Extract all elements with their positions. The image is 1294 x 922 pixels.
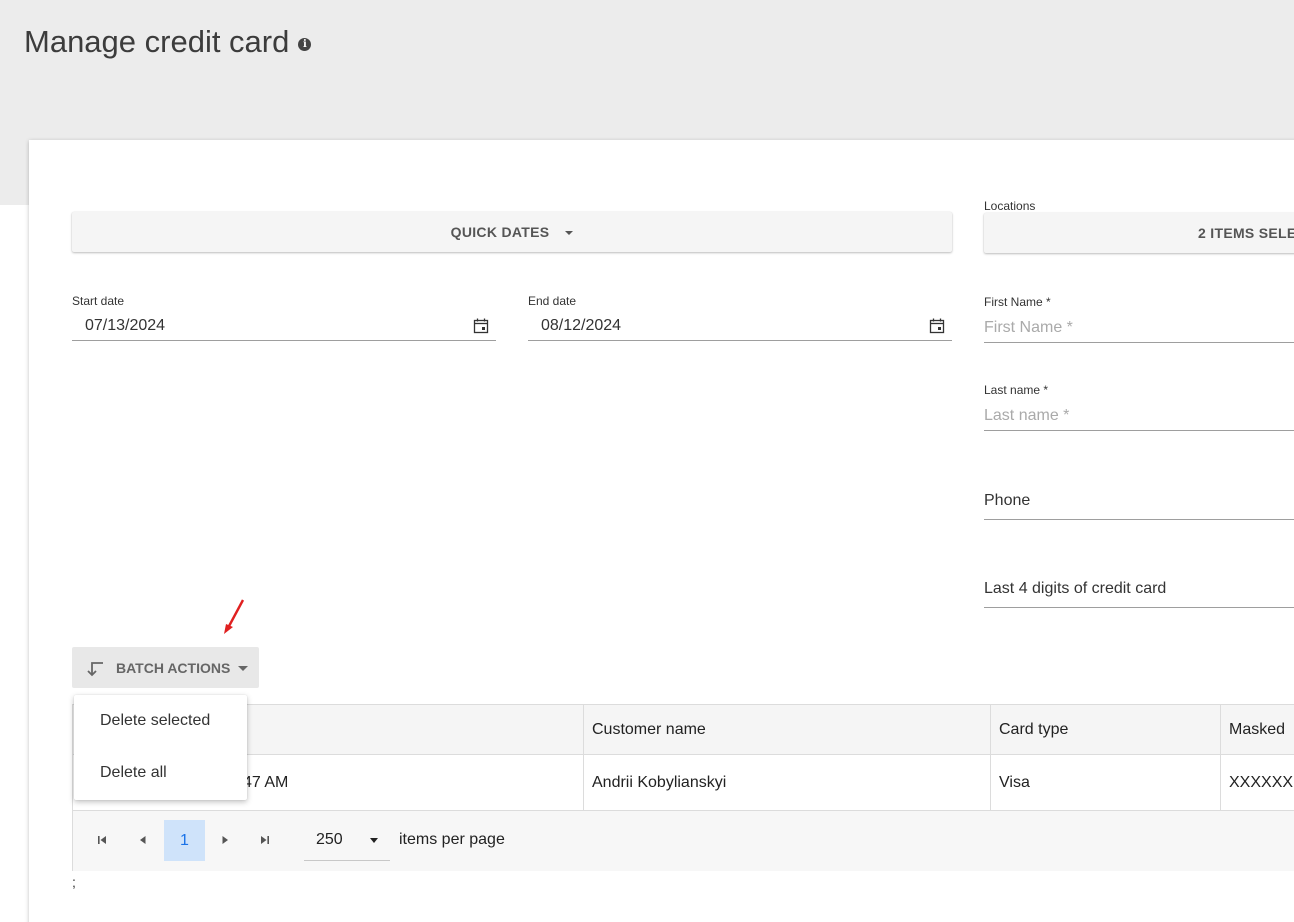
stray-text: ;: [72, 874, 76, 890]
items-per-page-label: items per page: [399, 831, 505, 848]
column-divider: [990, 705, 991, 811]
column-divider: [1220, 705, 1221, 811]
first-name-placeholder: First Name *: [984, 319, 1073, 336]
locations-value: 2 ITEMS SELE: [1198, 225, 1294, 241]
column-header-masked[interactable]: Masked: [1221, 705, 1294, 754]
cell-customer-name: Andrii Kobylianskyi: [592, 773, 727, 791]
page-button-current[interactable]: 1: [164, 820, 205, 861]
page-size-value: 250: [316, 831, 343, 848]
first-page-icon[interactable]: [95, 833, 109, 847]
chevron-down-icon: [565, 231, 574, 235]
last4-field[interactable]: Last 4 digits of credit card: [984, 580, 1166, 598]
first-name-field[interactable]: First Name *: [984, 317, 1294, 343]
end-date-value: 08/12/2024: [541, 317, 622, 334]
start-date-value: 07/13/2024: [85, 317, 166, 334]
column-divider: [583, 705, 584, 811]
phone-field[interactable]: Phone: [984, 492, 1030, 510]
batch-actions-label: BATCH ACTIONS: [116, 659, 231, 676]
start-date-field[interactable]: 07/13/2024: [72, 315, 496, 341]
table-row[interactable]: 47 AM Andrii Kobylianskyi Visa XXXXXX: [73, 755, 1294, 811]
phone-underline: [984, 519, 1294, 520]
chevron-down-icon: [370, 838, 378, 843]
column-header-customer-name[interactable]: Customer name: [584, 705, 991, 754]
locations-label: Locations: [984, 199, 1036, 213]
end-date-label: End date: [528, 294, 577, 308]
last-name-field[interactable]: Last name *: [984, 405, 1294, 431]
chevron-down-icon: [238, 666, 249, 671]
batch-actions-menu: Delete selected Delete all: [74, 695, 247, 800]
cell-card-type: Visa: [999, 773, 1030, 791]
first-name-label: First Name *: [984, 295, 1051, 309]
batch-arrow-icon: [87, 661, 103, 676]
start-date-label: Start date: [72, 294, 125, 308]
column-header-card-type[interactable]: Card type: [991, 705, 1221, 754]
calendar-icon[interactable]: [929, 318, 945, 334]
menu-item-delete-selected[interactable]: Delete selected: [100, 712, 210, 730]
cell-masked: XXXXXX: [1229, 773, 1294, 791]
next-page-icon[interactable]: [218, 833, 232, 847]
credit-card-grid: Customer name Card type Masked 47 AM And…: [72, 704, 1294, 871]
annotation-arrow-icon: [224, 599, 245, 634]
batch-actions-button[interactable]: BATCH ACTIONS: [72, 647, 259, 688]
last4-underline: [984, 607, 1294, 608]
locations-select[interactable]: 2 ITEMS SELE: [984, 213, 1294, 253]
pager: 1 250 items per page: [73, 811, 1294, 871]
last-name-label: Last name *: [984, 383, 1049, 397]
calendar-icon[interactable]: [473, 318, 489, 334]
grid-header: Customer name Card type Masked: [73, 705, 1294, 755]
quick-dates-label: QUICK DATES: [450, 224, 550, 240]
quick-dates-button[interactable]: QUICK DATES: [72, 212, 952, 252]
page-size-select[interactable]: 250: [304, 821, 390, 861]
info-icon[interactable]: i: [298, 37, 312, 51]
last-name-placeholder: Last name *: [984, 407, 1070, 424]
end-date-field[interactable]: 08/12/2024: [528, 315, 952, 341]
cell-date: 47 AM: [243, 773, 289, 791]
page-title-text: Manage credit card: [24, 24, 290, 59]
previous-page-icon[interactable]: [136, 833, 150, 847]
last-page-icon[interactable]: [258, 833, 272, 847]
page-title: Manage credit card i: [24, 24, 312, 60]
menu-item-delete-all[interactable]: Delete all: [100, 764, 167, 782]
